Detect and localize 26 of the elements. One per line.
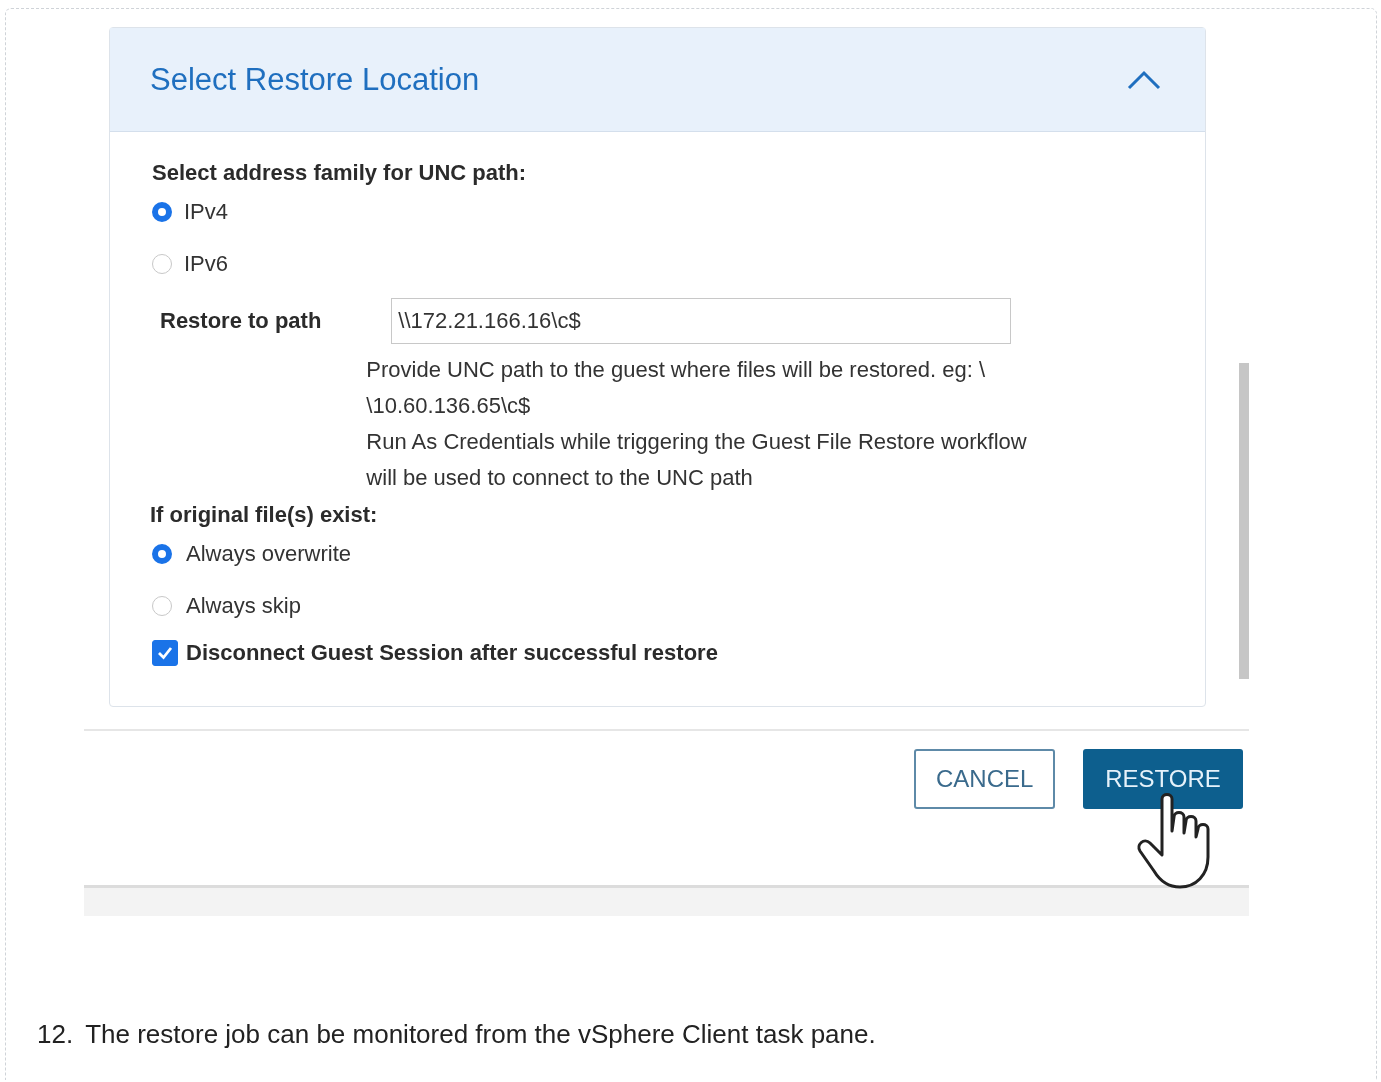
- radio-button[interactable]: [152, 254, 172, 274]
- radio-label: Always overwrite: [186, 541, 352, 567]
- checkbox-label: Disconnect Guest Session after successful restore: [186, 640, 718, 666]
- field-label: Select address family for UNC path:: [152, 160, 528, 186]
- radio-label: IPv4: [184, 199, 229, 225]
- radio-button[interactable]: [152, 202, 172, 222]
- checkbox[interactable]: [152, 640, 178, 666]
- radio-label: IPv6: [184, 251, 229, 277]
- field-label: If original file(s) exist:: [150, 502, 379, 528]
- radio-button[interactable]: [152, 596, 172, 616]
- caption-text: The restore job can be monitored from the vSphere Client task pane.: [85, 1019, 876, 1050]
- panel-header[interactable]: Select Restore Location: [110, 28, 1205, 132]
- radio-label: Always skip: [186, 593, 301, 619]
- path-input[interactable]: \\172.21.166.16\c$: [391, 298, 1012, 344]
- field-label: Restore to path: [160, 308, 322, 334]
- help-text: Provide UNC path to the guest where files will be restored. eg: \: [366, 356, 987, 384]
- help-text: Run As Credentials while triggering the Guest File Restore workflow: [366, 428, 1027, 456]
- restore-button[interactable]: RESTORE: [1083, 749, 1243, 809]
- radio-button[interactable]: [152, 544, 172, 564]
- cancel-button[interactable]: CANCEL: [914, 749, 1055, 809]
- panel-title: Select Restore Location: [150, 61, 480, 98]
- list-number: 12.: [37, 1019, 74, 1050]
- help-text: \10.60.136.65\c$: [366, 392, 532, 420]
- help-text: will be used to connect to the UNC path: [366, 464, 754, 492]
- chevron-icon: [1127, 69, 1161, 90]
- scrollbar-thumb[interactable]: [1239, 363, 1249, 679]
